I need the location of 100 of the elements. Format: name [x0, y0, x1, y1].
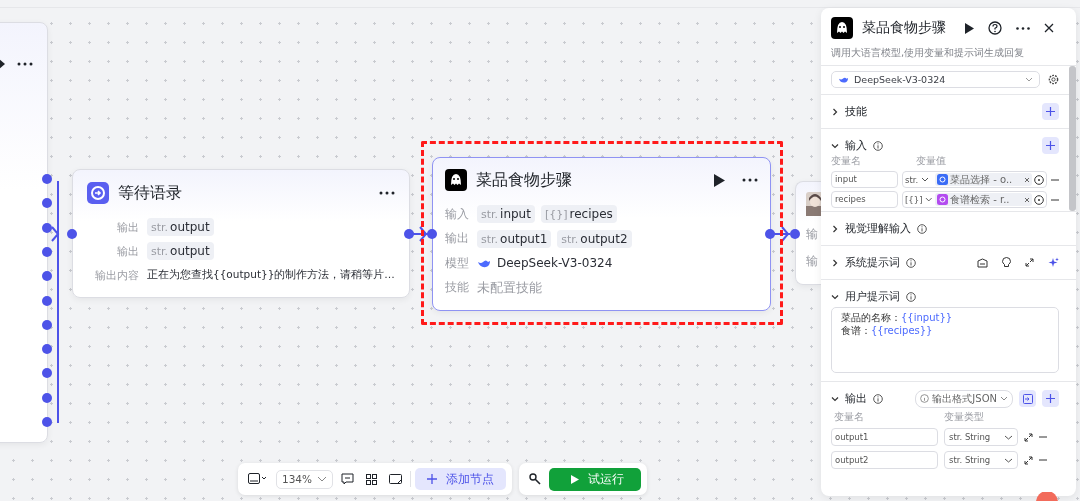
port-dot[interactable] — [42, 246, 52, 257]
skill-status: 未配置技能 — [477, 278, 542, 297]
reference-tag[interactable]: 菜品选择 - o.. — [935, 173, 1032, 186]
comment-icon — [341, 473, 355, 485]
node-title: 等待语录 — [118, 182, 183, 204]
port-dot[interactable] — [67, 229, 77, 239]
port-dot[interactable] — [42, 417, 52, 427]
reply-icon — [87, 182, 109, 204]
port-dot[interactable] — [42, 198, 52, 209]
ghost-icon — [831, 17, 853, 39]
column-header: 变量名 — [834, 410, 865, 424]
add-button[interactable] — [1042, 390, 1059, 407]
info-icon[interactable] — [906, 291, 916, 302]
caret-icon — [1025, 77, 1033, 82]
help-icon[interactable] — [988, 21, 1002, 35]
library-icon[interactable] — [977, 257, 988, 268]
chevron-icon[interactable] — [831, 141, 839, 150]
play-icon[interactable] — [965, 22, 974, 34]
chevron-icon[interactable] — [831, 224, 839, 233]
add-button[interactable] — [1042, 103, 1059, 120]
variable-tag: str. input — [477, 205, 535, 224]
chevron-icon[interactable] — [831, 394, 839, 403]
more-icon[interactable] — [742, 178, 758, 182]
port-dot[interactable] — [42, 319, 52, 330]
info-icon[interactable] — [906, 257, 916, 268]
workflow-node[interactable]: 菜品食物步骤 输入 str. input [{}] recipes 输出 str. output1 str. output2 模型 DeepSeek-V3-0324 技能 未配置技能 — [432, 157, 771, 311]
caret-icon — [317, 476, 328, 482]
caret-icon — [921, 177, 930, 182]
field-label: 输出内容 — [94, 267, 139, 283]
type-select[interactable]: str. String — [944, 428, 1018, 446]
close-icon[interactable] — [1044, 23, 1054, 33]
prompt-variable: {{input}} — [901, 312, 953, 323]
workflow-node[interactable] — [0, 22, 48, 443]
add-node-button[interactable]: 添加节点 — [415, 468, 507, 490]
more-icon[interactable] — [17, 62, 33, 66]
port-dot[interactable] — [42, 174, 52, 184]
scrollbar[interactable] — [1069, 66, 1076, 211]
play-icon[interactable] — [714, 173, 725, 187]
caret-icon — [1000, 396, 1008, 401]
section-title: 输出 — [845, 391, 867, 406]
type-select[interactable]: str. String — [944, 451, 1018, 469]
prompt-text: 食谱： — [841, 325, 871, 336]
workflow-node[interactable]: 等待语录 输出 str. output 输出 str. output 输出内容 正在为您查找{{output}}的制作方法，请稍等片… — [72, 169, 410, 298]
assistant-icon[interactable] — [1036, 492, 1058, 501]
expand-icon[interactable] — [1024, 432, 1033, 442]
name-field[interactable]: recipes — [831, 191, 898, 208]
field-label: 技能 — [445, 279, 470, 297]
port-dot[interactable] — [427, 229, 437, 239]
more-icon[interactable] — [379, 191, 395, 195]
chevron-icon[interactable] — [831, 292, 839, 301]
port-dot[interactable] — [42, 344, 52, 355]
port-dot[interactable] — [42, 295, 52, 306]
chevron-icon[interactable] — [831, 107, 839, 116]
name-field[interactable]: output2 — [831, 451, 938, 469]
bulb-icon[interactable] — [1002, 257, 1011, 268]
plus-icon — [1046, 107, 1055, 116]
type-select[interactable]: str. — [905, 174, 933, 185]
prompt-editor[interactable]: 菜品的名称：{{input}} 食谱：{{recipes}} — [831, 307, 1059, 373]
variable-tag: str. output — [147, 218, 214, 236]
remove-icon[interactable] — [1051, 198, 1059, 201]
minimap-icon — [248, 473, 268, 485]
port-dot[interactable] — [42, 271, 52, 282]
section-title: 视觉理解输入 — [845, 221, 911, 236]
expand-icon[interactable] — [1025, 258, 1034, 267]
port-dot[interactable] — [42, 392, 52, 403]
info-icon[interactable] — [873, 393, 883, 404]
name-field[interactable]: output1 — [831, 428, 938, 446]
settings-icon[interactable] — [1048, 74, 1059, 85]
target-icon[interactable] — [1034, 174, 1044, 185]
section-title: 输入 — [845, 138, 867, 153]
import-button[interactable] — [1019, 390, 1036, 407]
info-icon[interactable] — [917, 223, 927, 234]
play-icon[interactable] — [0, 58, 5, 70]
field-label: 输出 — [445, 230, 470, 248]
port-dot[interactable] — [404, 229, 414, 239]
format-select[interactable]: 输出格式JSON — [915, 389, 1013, 408]
name-field[interactable]: input — [831, 171, 898, 188]
model-select[interactable]: DeepSeek-V3-0324 — [831, 71, 1040, 88]
remove-icon[interactable] — [1051, 178, 1059, 181]
panel-description: 调用大语言模型,使用变量和提示词生成回复 — [821, 40, 1076, 66]
zoom-select[interactable]: 134% — [276, 469, 334, 489]
target-icon[interactable] — [1034, 194, 1044, 205]
sparkle-icon[interactable] — [1048, 257, 1059, 268]
chevron-icon[interactable] — [831, 258, 839, 267]
variable-tag: [{}] recipes — [540, 205, 617, 224]
type-select[interactable]: [{}] — [905, 194, 933, 205]
plus-icon — [1046, 141, 1055, 150]
port-dot[interactable] — [765, 229, 775, 239]
more-icon[interactable] — [1016, 26, 1030, 30]
field-label: 输入 — [445, 205, 470, 223]
port-dot[interactable] — [42, 222, 52, 233]
port-dot[interactable] — [790, 229, 800, 239]
info-icon[interactable] — [873, 140, 883, 151]
port-dot[interactable] — [42, 368, 52, 379]
variable-tag: str. output — [147, 242, 214, 260]
expand-icon[interactable] — [1024, 455, 1033, 465]
add-button[interactable] — [1042, 137, 1059, 154]
prompt-variable: {{recipes}} — [871, 325, 933, 336]
section-title: 技能 — [845, 104, 867, 119]
reference-tag[interactable]: 食谱检索 - r.. — [935, 193, 1032, 206]
